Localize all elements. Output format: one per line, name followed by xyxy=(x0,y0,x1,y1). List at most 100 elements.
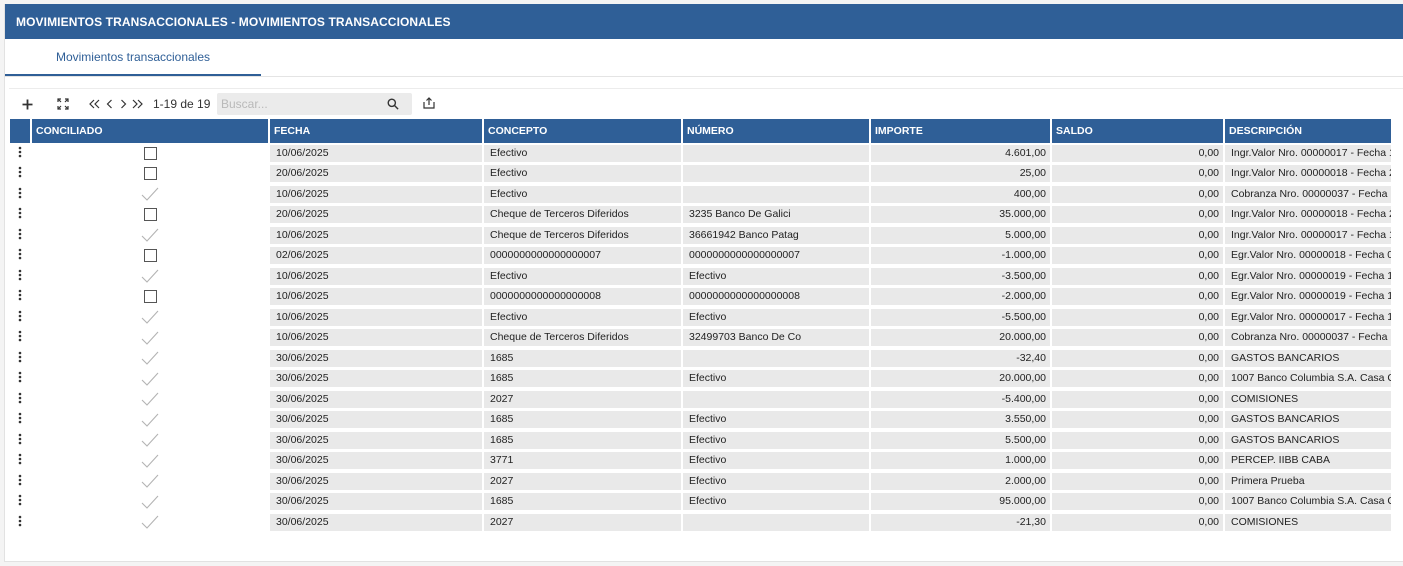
conciliado-checkbox[interactable] xyxy=(143,290,157,304)
numero-cell[interactable] xyxy=(682,389,871,410)
row-menu-button[interactable] xyxy=(10,512,32,533)
saldo-cell[interactable]: 0,00 xyxy=(1051,143,1225,164)
col-header-conciliado[interactable]: CONCILIADO xyxy=(31,119,270,143)
table-row[interactable]: 10/06/2025 Efectivo 4.601,00 0,00 Ingr.Valor… xyxy=(10,143,1393,164)
col-header-importe[interactable]: IMPORTE xyxy=(870,119,1052,143)
concepto-cell[interactable]: Efectivo xyxy=(483,266,683,287)
concepto-cell[interactable]: 2027 xyxy=(483,512,683,533)
table-row[interactable]: 10/06/2025 Cheque de Terceros Diferidos 36… xyxy=(10,225,1393,246)
fecha-cell[interactable]: 02/06/2025 xyxy=(269,245,484,267)
fecha-cell[interactable]: 30/06/2025 xyxy=(269,450,484,472)
fecha-cell[interactable]: 10/06/2025 xyxy=(269,286,484,308)
search-button[interactable] xyxy=(382,93,404,115)
concepto-cell[interactable]: Efectivo xyxy=(483,163,683,185)
numero-cell[interactable]: Efectivo xyxy=(682,409,871,431)
importe-cell[interactable]: -3.500,00 xyxy=(870,266,1052,287)
first-page-button[interactable] xyxy=(88,93,100,115)
add-button[interactable] xyxy=(19,93,35,115)
importe-cell[interactable]: -32,40 xyxy=(870,348,1052,369)
numero-cell[interactable]: Efectivo xyxy=(682,450,871,472)
saldo-cell[interactable]: 0,00 xyxy=(1051,184,1225,205)
row-menu-button[interactable] xyxy=(10,143,32,164)
concepto-cell[interactable]: Cheque de Terceros Diferidos xyxy=(483,225,683,246)
tab-movimientos-transaccionales[interactable]: Movimientos transaccionales xyxy=(5,39,261,76)
row-menu-button[interactable] xyxy=(10,245,32,267)
importe-cell[interactable]: 5.500,00 xyxy=(870,430,1052,451)
fecha-cell[interactable]: 30/06/2025 xyxy=(269,471,484,492)
concepto-cell[interactable]: 2027 xyxy=(483,389,683,410)
table-row[interactable]: 10/06/2025 Efectivo Efectivo -3.500,00 0,00 E… xyxy=(10,266,1393,287)
table-row[interactable]: 20/06/2025 Efectivo 25,00 0,00 Ingr.Valor Nr… xyxy=(10,163,1393,185)
concepto-cell[interactable]: Efectivo xyxy=(483,143,683,164)
descripcion-cell[interactable]: Egr.Valor Nro. 00000017 - Fecha 10 xyxy=(1224,307,1393,328)
conciliado-cell[interactable] xyxy=(31,368,270,390)
col-header-saldo[interactable]: SALDO xyxy=(1051,119,1225,143)
conciliado-cell[interactable] xyxy=(31,163,270,185)
numero-cell[interactable]: 3235 Banco De Galici xyxy=(682,204,871,226)
row-menu-button[interactable] xyxy=(10,348,32,369)
concepto-cell[interactable]: 3771 xyxy=(483,450,683,472)
importe-cell[interactable]: -5.400,00 xyxy=(870,389,1052,410)
importe-cell[interactable]: 25,00 xyxy=(870,163,1052,185)
row-menu-button[interactable] xyxy=(10,266,32,287)
numero-cell[interactable] xyxy=(682,184,871,205)
row-menu-button[interactable] xyxy=(10,286,32,308)
next-page-button[interactable] xyxy=(118,93,128,115)
saldo-cell[interactable]: 0,00 xyxy=(1051,225,1225,246)
col-header-descripcion[interactable]: DESCRIPCIÓN xyxy=(1224,119,1393,143)
row-menu-button[interactable] xyxy=(10,471,32,492)
numero-cell[interactable] xyxy=(682,163,871,185)
descripcion-cell[interactable]: Primera Prueba xyxy=(1224,471,1393,492)
table-row[interactable]: 30/06/2025 1685 -32,40 0,00 GASTOS BANCARIOS xyxy=(10,348,1393,369)
descripcion-cell[interactable]: Egr.Valor Nro. 00000018 - Fecha 02 xyxy=(1224,245,1393,267)
descripcion-cell[interactable]: Egr.Valor Nro. 00000019 - Fecha 10 xyxy=(1224,286,1393,308)
col-header-fecha[interactable]: FECHA xyxy=(269,119,484,143)
saldo-cell[interactable]: 0,00 xyxy=(1051,245,1225,267)
last-page-button[interactable] xyxy=(131,93,143,115)
saldo-cell[interactable]: 0,00 xyxy=(1051,512,1225,533)
table-row[interactable]: 20/06/2025 Cheque de Terceros Diferidos 32… xyxy=(10,204,1393,226)
concepto-cell[interactable]: 0000000000000000008 xyxy=(483,286,683,308)
row-menu-button[interactable] xyxy=(10,225,32,246)
numero-cell[interactable] xyxy=(682,512,871,533)
descripcion-cell[interactable]: GASTOS BANCARIOS xyxy=(1224,430,1393,451)
table-row[interactable]: 30/06/2025 1685 Efectivo 95.000,00 0,00 1007 … xyxy=(10,491,1393,513)
fecha-cell[interactable]: 10/06/2025 xyxy=(269,266,484,287)
table-row[interactable]: 30/06/2025 2027 Efectivo 2.000,00 0,00 Primer… xyxy=(10,471,1393,492)
conciliado-cell[interactable] xyxy=(31,286,270,308)
saldo-cell[interactable]: 0,00 xyxy=(1051,409,1225,431)
fecha-cell[interactable]: 20/06/2025 xyxy=(269,163,484,185)
saldo-cell[interactable]: 0,00 xyxy=(1051,491,1225,513)
table-row[interactable]: 30/06/2025 2027 -5.400,00 0,00 COMISIONES xyxy=(10,389,1393,410)
descripcion-cell[interactable]: Cobranza Nro. 00000037 - Fecha 1 xyxy=(1224,327,1393,349)
row-menu-button[interactable] xyxy=(10,430,32,451)
descripcion-cell[interactable]: COMISIONES xyxy=(1224,389,1393,410)
conciliado-cell[interactable] xyxy=(31,450,270,472)
row-menu-button[interactable] xyxy=(10,368,32,390)
fecha-cell[interactable]: 10/06/2025 xyxy=(269,184,484,205)
descripcion-cell[interactable]: COMISIONES xyxy=(1224,512,1393,533)
saldo-cell[interactable]: 0,00 xyxy=(1051,368,1225,390)
row-menu-button[interactable] xyxy=(10,409,32,431)
numero-cell[interactable]: Efectivo xyxy=(682,266,871,287)
table-row[interactable]: 02/06/2025 0000000000000000007 00000000000… xyxy=(10,245,1393,267)
numero-cell[interactable] xyxy=(682,348,871,369)
concepto-cell[interactable]: 1685 xyxy=(483,409,683,431)
descripcion-cell[interactable]: Ingr.Valor Nro. 00000018 - Fecha 2 xyxy=(1224,163,1393,185)
descripcion-cell[interactable]: GASTOS BANCARIOS xyxy=(1224,348,1393,369)
numero-cell[interactable]: Efectivo xyxy=(682,471,871,492)
col-header-numero[interactable]: NÚMERO xyxy=(682,119,871,143)
conciliado-checkbox[interactable] xyxy=(143,167,157,181)
numero-cell[interactable]: 32499703 Banco De Co xyxy=(682,327,871,349)
table-row[interactable]: 10/06/2025 Efectivo Efectivo -5.500,00 0,00 E… xyxy=(10,307,1393,328)
conciliado-cell[interactable] xyxy=(31,307,270,328)
importe-cell[interactable]: 95.000,00 xyxy=(870,491,1052,513)
descripcion-cell[interactable]: Egr.Valor Nro. 00000019 - Fecha 10 xyxy=(1224,266,1393,287)
conciliado-checkbox[interactable] xyxy=(143,146,157,160)
concepto-cell[interactable]: 1685 xyxy=(483,430,683,451)
saldo-cell[interactable]: 0,00 xyxy=(1051,389,1225,410)
numero-cell[interactable]: 36661942 Banco Patag xyxy=(682,225,871,246)
importe-cell[interactable]: 1.000,00 xyxy=(870,450,1052,472)
conciliado-cell[interactable] xyxy=(31,348,270,369)
conciliado-cell[interactable] xyxy=(31,409,270,431)
